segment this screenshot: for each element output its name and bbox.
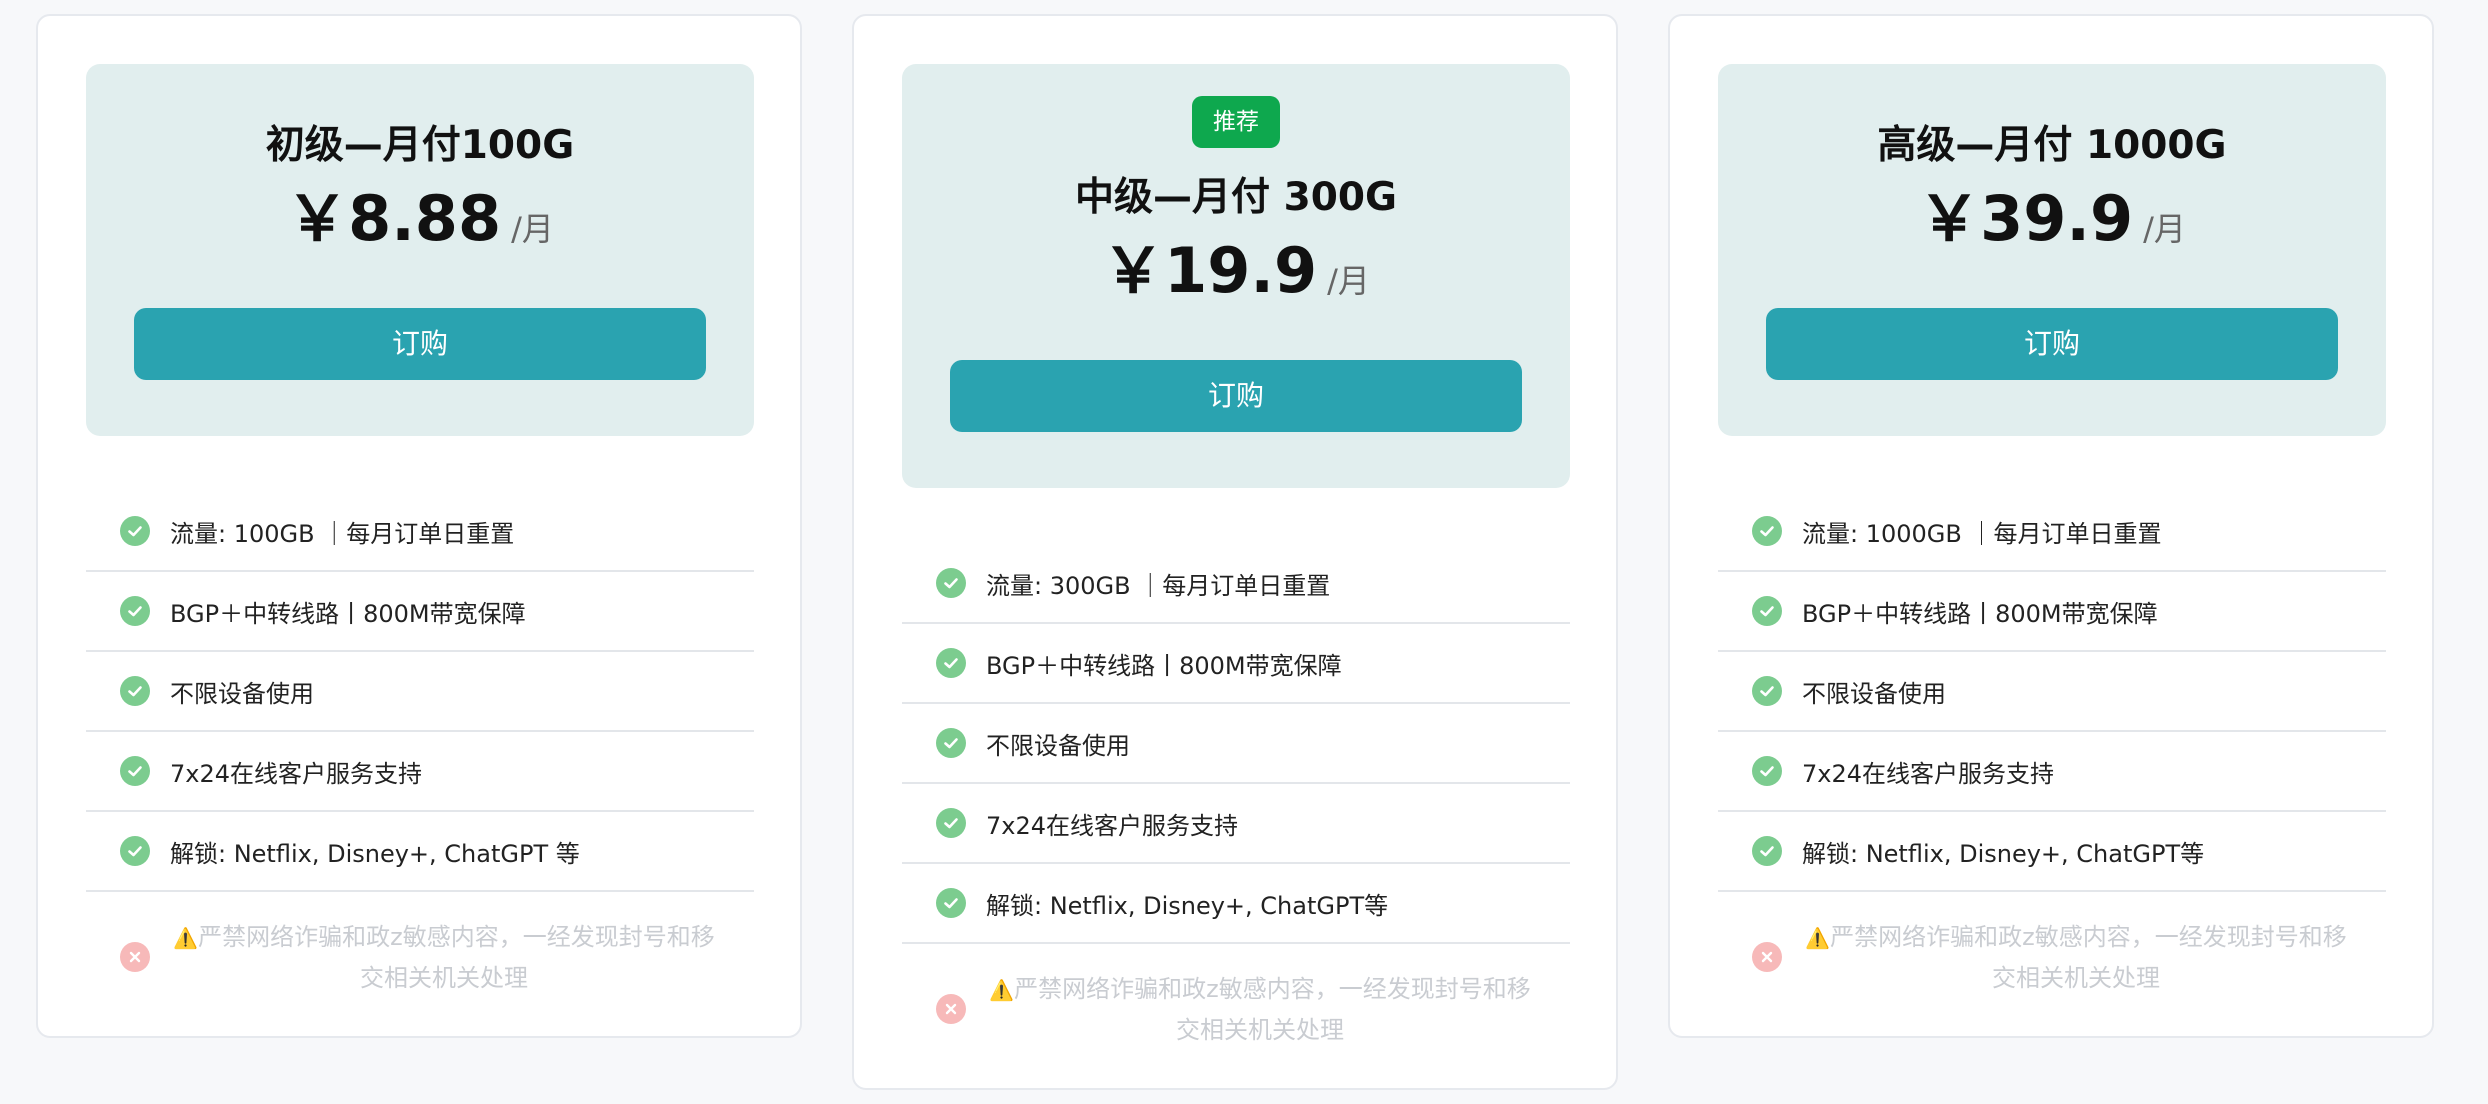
check-circle-icon [936, 648, 966, 678]
feature-text: 7x24在线客户服务支持 [1802, 759, 2055, 788]
price-unit: /月 [1327, 262, 1370, 300]
feature-text: BGP＋中转线路丨800M带宽保障 [170, 599, 526, 628]
feature-item: 流量: 1000GB ｜每月订单日重置 [1718, 492, 2386, 572]
check-circle-icon [1752, 676, 1782, 706]
price-unit: /月 [511, 210, 554, 248]
feature-item: BGP＋中转线路丨800M带宽保障 [86, 572, 754, 652]
feature-item: 不限设备使用 [1718, 652, 2386, 732]
restriction-text: ⚠️严禁网络诈骗和政z敏感内容，一经发现封号和移交相关机关处理 [989, 974, 1531, 1044]
plan-price: ￥39.9/月 [1718, 168, 2386, 258]
feature-text: 流量: 1000GB ｜每月订单日重置 [1802, 519, 2162, 548]
plan-title: 初级—月付100G [265, 123, 575, 168]
check-circle-icon [120, 516, 150, 546]
x-circle-icon [936, 994, 966, 1024]
feature-item: 解锁: Netflix, Disney+, ChatGPT 等 [86, 812, 754, 892]
check-circle-icon [1752, 516, 1782, 546]
feature-list: 流量: 1000GB ｜每月订单日重置 BGP＋中转线路丨800M带宽保障 不限… [1718, 492, 2386, 1002]
check-circle-icon [936, 728, 966, 758]
plan-header: 推荐 中级—月付 300G ￥19.9/月 订购 [902, 64, 1570, 488]
check-circle-icon [120, 836, 150, 866]
feature-item: 不限设备使用 [902, 704, 1570, 784]
plan-title: 中级—月付 300G [1075, 175, 1397, 220]
check-circle-icon [120, 596, 150, 626]
restriction-item: ⚠️严禁网络诈骗和政z敏感内容，一经发现封号和移交相关机关处理 [1718, 892, 2386, 1002]
check-circle-icon [1752, 836, 1782, 866]
restriction-text: ⚠️严禁网络诈骗和政z敏感内容，一经发现封号和移交相关机关处理 [1805, 922, 2347, 992]
feature-item: 解锁: Netflix, Disney+, ChatGPT等 [1718, 812, 2386, 892]
feature-item: 7x24在线客户服务支持 [1718, 732, 2386, 812]
restriction-item: ⚠️严禁网络诈骗和政z敏感内容，一经发现封号和移交相关机关处理 [86, 892, 754, 1002]
feature-text: 解锁: Netflix, Disney+, ChatGPT等 [986, 891, 1389, 920]
plan-price: ￥8.88/月 [86, 168, 754, 258]
feature-item: 流量: 100GB ｜每月订单日重置 [86, 492, 754, 572]
plan-header: 高级—月付 1000G ￥39.9/月 订购 [1718, 64, 2386, 436]
feature-text: 流量: 300GB ｜每月订单日重置 [986, 571, 1331, 600]
x-circle-icon [120, 942, 150, 972]
warning-icon: ⚠️ [1805, 925, 1831, 950]
feature-text: 解锁: Netflix, Disney+, ChatGPT 等 [170, 839, 580, 868]
restriction-text: ⚠️严禁网络诈骗和政z敏感内容，一经发现封号和移交相关机关处理 [173, 922, 715, 992]
feature-text: 7x24在线客户服务支持 [170, 759, 423, 788]
price-amount: ￥8.88 [286, 182, 502, 255]
plan-header: 初级—月付100G ￥8.88/月 订购 [86, 64, 754, 436]
feature-item: BGP＋中转线路丨800M带宽保障 [902, 624, 1570, 704]
order-button[interactable]: 订购 [950, 360, 1522, 432]
check-circle-icon [1752, 756, 1782, 786]
feature-item: 不限设备使用 [86, 652, 754, 732]
check-circle-icon [1752, 596, 1782, 626]
x-circle-icon [1752, 942, 1782, 972]
price-unit: /月 [2143, 210, 2186, 248]
feature-item: 流量: 300GB ｜每月订单日重置 [902, 544, 1570, 624]
check-circle-icon [120, 676, 150, 706]
plan-card-basic: 初级—月付100G ￥8.88/月 订购 流量: 100GB ｜每月订单日重置 … [36, 14, 802, 1038]
check-circle-icon [120, 756, 150, 786]
price-amount: ￥39.9 [1918, 182, 2134, 255]
plan-price: ￥19.9/月 [902, 220, 1570, 310]
feature-item: 7x24在线客户服务支持 [86, 732, 754, 812]
feature-text: 解锁: Netflix, Disney+, ChatGPT等 [1802, 839, 2205, 868]
feature-text: 流量: 100GB ｜每月订单日重置 [170, 519, 515, 548]
feature-item: 7x24在线客户服务支持 [902, 784, 1570, 864]
order-button[interactable]: 订购 [1766, 308, 2338, 380]
feature-text: 不限设备使用 [986, 731, 1130, 760]
feature-item: 解锁: Netflix, Disney+, ChatGPT等 [902, 864, 1570, 944]
plan-card-standard: 推荐 中级—月付 300G ￥19.9/月 订购 流量: 300GB ｜每月订单… [852, 14, 1618, 1090]
restriction-item: ⚠️严禁网络诈骗和政z敏感内容，一经发现封号和移交相关机关处理 [902, 944, 1570, 1054]
feature-text: 不限设备使用 [170, 679, 314, 708]
check-circle-icon [936, 568, 966, 598]
plan-card-premium: 高级—月付 1000G ￥39.9/月 订购 流量: 1000GB ｜每月订单日… [1668, 14, 2434, 1038]
feature-text: 不限设备使用 [1802, 679, 1946, 708]
feature-text: BGP＋中转线路丨800M带宽保障 [1802, 599, 2158, 628]
price-amount: ￥19.9 [1102, 234, 1318, 307]
order-button[interactable]: 订购 [134, 308, 706, 380]
check-circle-icon [936, 888, 966, 918]
warning-icon: ⚠️ [989, 977, 1015, 1002]
check-circle-icon [936, 808, 966, 838]
recommended-badge: 推荐 [1192, 96, 1280, 148]
warning-icon: ⚠️ [173, 925, 199, 950]
feature-text: BGP＋中转线路丨800M带宽保障 [986, 651, 1342, 680]
feature-list: 流量: 300GB ｜每月订单日重置 BGP＋中转线路丨800M带宽保障 不限设… [902, 544, 1570, 1054]
plan-title: 高级—月付 1000G [1877, 123, 2227, 168]
feature-item: BGP＋中转线路丨800M带宽保障 [1718, 572, 2386, 652]
feature-text: 7x24在线客户服务支持 [986, 811, 1239, 840]
feature-list: 流量: 100GB ｜每月订单日重置 BGP＋中转线路丨800M带宽保障 不限设… [86, 492, 754, 1002]
